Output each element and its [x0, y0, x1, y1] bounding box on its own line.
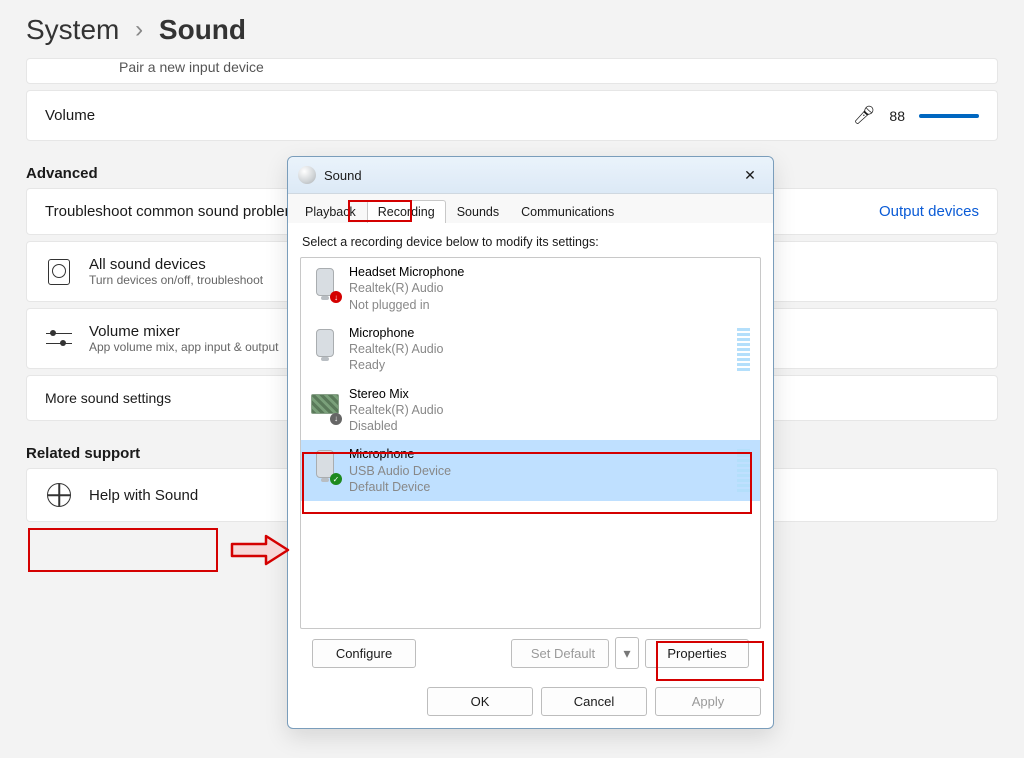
annotation-more-settings [28, 528, 218, 572]
globe-icon [47, 483, 71, 507]
device-text: Stereo MixRealtek(R) AudioDisabled [349, 386, 750, 435]
dialog-tabs: Playback Recording Sounds Communications [288, 194, 773, 223]
microphone-icon[interactable]: 🎤︎ [853, 105, 876, 126]
troubleshoot-output-link[interactable]: Output devices [879, 203, 979, 220]
volume-value: 88 [889, 108, 905, 124]
tab-recording[interactable]: Recording [367, 200, 446, 223]
tab-sounds[interactable]: Sounds [446, 200, 510, 223]
configure-button[interactable]: Configure [312, 639, 416, 668]
level-meter [737, 328, 750, 371]
pair-input-card[interactable]: Pair a new input device [26, 58, 998, 84]
tab-communications[interactable]: Communications [510, 200, 625, 223]
close-button[interactable]: ✕ [735, 163, 765, 187]
card-title: More sound settings [45, 390, 171, 406]
recording-hint: Select a recording device below to modif… [302, 235, 759, 249]
breadcrumb-parent[interactable]: System [26, 14, 119, 45]
level-meter [737, 449, 750, 492]
microphone-device-icon: ↓ [311, 264, 339, 300]
annotation-arrow-icon [230, 528, 292, 572]
microphone-device-icon: ✓ [311, 446, 339, 482]
chevron-right-icon: › [135, 16, 143, 43]
device-text: MicrophoneUSB Audio DeviceDefault Device [349, 446, 727, 495]
recording-device-item[interactable]: ↓ Stereo MixRealtek(R) AudioDisabled [301, 380, 760, 441]
pair-input-label: Pair a new input device [119, 59, 264, 75]
mixer-icon [46, 330, 72, 348]
recording-device-list[interactable]: ↓ Headset MicrophoneRealtek(R) AudioNot p… [300, 257, 761, 629]
set-default-button[interactable]: Set Default [511, 639, 609, 668]
sound-dialog: Sound ✕ Playback Recording Sounds Commun… [287, 156, 774, 729]
tab-playback[interactable]: Playback [294, 200, 367, 223]
volume-slider[interactable] [919, 114, 979, 118]
device-text: Headset MicrophoneRealtek(R) AudioNot pl… [349, 264, 750, 313]
speaker-icon [48, 259, 70, 285]
close-icon: ✕ [744, 167, 756, 184]
set-default-dropdown[interactable]: ▾ [615, 637, 639, 669]
dialog-titlebar[interactable]: Sound ✕ [288, 157, 773, 194]
chevron-down-icon: ▾ [623, 645, 630, 662]
stereo-mix-icon: ↓ [311, 386, 339, 422]
recording-device-item[interactable]: ↓ Headset MicrophoneRealtek(R) AudioNot p… [301, 258, 760, 319]
volume-label: Volume [45, 107, 839, 124]
apply-button[interactable]: Apply [655, 687, 761, 716]
device-text: MicrophoneRealtek(R) AudioReady [349, 325, 727, 374]
breadcrumb: System › Sound [0, 0, 1024, 46]
dialog-title: Sound [324, 168, 735, 183]
breadcrumb-current: Sound [159, 14, 246, 45]
recording-device-item[interactable]: ✓ MicrophoneUSB Audio DeviceDefault Devic… [301, 440, 760, 501]
recording-device-item[interactable]: MicrophoneRealtek(R) AudioReady [301, 319, 760, 380]
check-badge-icon: ✓ [330, 473, 342, 485]
properties-button[interactable]: Properties [645, 639, 749, 668]
ok-button[interactable]: OK [427, 687, 533, 716]
sound-cpl-icon [298, 166, 316, 184]
volume-card[interactable]: Volume 🎤︎ 88 [26, 90, 998, 141]
disabled-badge-icon: ↓ [330, 413, 342, 425]
microphone-device-icon [311, 325, 339, 361]
unplugged-badge-icon: ↓ [330, 291, 342, 303]
cancel-button[interactable]: Cancel [541, 687, 647, 716]
